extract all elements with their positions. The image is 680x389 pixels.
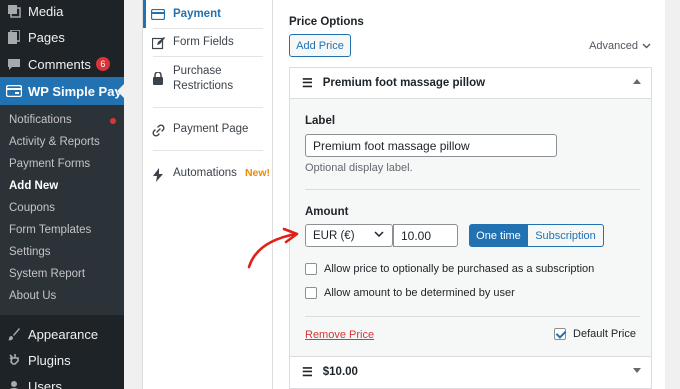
submenu-settings[interactable]: Settings: [9, 246, 51, 258]
menu-label: Users: [28, 378, 62, 389]
price-card-header[interactable]: ☰ $10.00: [290, 357, 651, 387]
one-time-toggle[interactable]: One time: [469, 224, 528, 247]
menu-label: WP Simple Pay: [28, 83, 122, 99]
submenu-form-templates[interactable]: Form Templates: [9, 224, 91, 236]
allow-subscription-checkbox[interactable]: [305, 263, 317, 275]
subscription-toggle[interactable]: Subscription: [528, 224, 604, 247]
tab-divider: [153, 56, 263, 57]
section-title: Price Options: [289, 16, 364, 28]
form-settings-tabs: Payment Form Fields Purchase Restriction…: [142, 0, 273, 389]
tab-label-line-1: Purchase: [173, 65, 222, 77]
option-label: Allow price to optionally be purchased a…: [324, 263, 595, 275]
default-price-option[interactable]: Default Price: [554, 328, 636, 340]
menu-label: Appearance: [28, 326, 99, 342]
submenu-activity-reports[interactable]: Activity & Reports: [9, 136, 100, 148]
submenu-system-report[interactable]: System Report: [9, 268, 85, 280]
media-icon: [0, 4, 28, 18]
credit-card-icon: [143, 9, 173, 20]
paintbrush-icon: [0, 327, 28, 341]
menu-label: Pages: [28, 29, 65, 45]
link-icon: [143, 124, 173, 137]
price-card-header[interactable]: ☰ Premium foot massage pillow: [290, 68, 651, 98]
menu-item-plugins[interactable]: Plugins: [0, 347, 124, 373]
tab-payment-page[interactable]: Payment Page: [143, 123, 273, 137]
default-price-checkbox[interactable]: [554, 328, 567, 340]
submenu-notifications[interactable]: Notifications: [9, 114, 72, 126]
menu-label: Plugins: [28, 352, 71, 368]
menu-label: Comments: [28, 56, 91, 72]
tab-label: Form Fields: [173, 36, 234, 48]
menu-item-pages[interactable]: Pages: [0, 24, 124, 50]
collapse-caret-icon[interactable]: [633, 79, 641, 84]
custom-amount-option[interactable]: Allow amount to be determined by user: [305, 287, 515, 299]
amount-input[interactable]: 10.00: [393, 224, 458, 247]
admin-sidebar: Media Pages Comments 6 WP Simple Pay Not…: [0, 0, 124, 389]
tab-label: Payment: [173, 8, 221, 20]
tab-label: Automations: [173, 167, 237, 179]
lightning-icon: [143, 168, 173, 182]
new-badge: New!: [244, 167, 271, 179]
remove-price-link[interactable]: Remove Price: [305, 329, 374, 341]
currency-value: EUR (€): [313, 229, 355, 242]
menu-item-comments[interactable]: Comments 6: [0, 51, 124, 77]
current-menu-arrow: [117, 84, 124, 98]
label-help-text: Optional display label.: [305, 162, 413, 174]
users-icon: [0, 379, 28, 389]
card-divider: [305, 189, 640, 190]
submenu-add-new[interactable]: Add New: [9, 180, 58, 192]
card-divider: [305, 316, 640, 317]
drag-handle-icon[interactable]: ☰: [302, 76, 313, 90]
submenu-coupons[interactable]: Coupons: [9, 202, 55, 214]
price-card-expanded: ☰ Premium foot massage pillow Label Prem…: [289, 67, 652, 356]
chevron-down-icon: [374, 231, 384, 238]
currency-select[interactable]: EUR (€): [305, 224, 393, 247]
label-heading: Label: [305, 115, 336, 127]
add-price-button[interactable]: Add Price: [289, 34, 351, 57]
price-options-panel: Price Options Add Price Advanced ☰ Premi…: [273, 0, 665, 389]
custom-amount-checkbox[interactable]: [305, 287, 317, 299]
notification-dot: [110, 118, 116, 124]
pages-icon: [0, 30, 28, 44]
submenu-payment-forms[interactable]: Payment Forms: [9, 158, 90, 170]
price-card-title: Premium foot massage pillow: [322, 77, 486, 89]
tab-label: Payment Page: [173, 123, 249, 135]
chevron-down-icon: [642, 43, 651, 49]
price-label-input[interactable]: Premium foot massage pillow: [305, 134, 557, 157]
tab-divider: [153, 150, 263, 151]
annotation-arrow-icon: [247, 227, 299, 269]
tab-label-line-2: Restrictions: [173, 80, 234, 92]
price-card-collapsed: ☰ $10.00: [289, 356, 652, 389]
menu-item-wp-simple-pay[interactable]: WP Simple Pay: [0, 77, 124, 105]
expand-caret-icon[interactable]: [633, 368, 641, 373]
menu-item-appearance[interactable]: Appearance: [0, 321, 124, 347]
menu-label: Media: [28, 3, 64, 19]
amount-heading: Amount: [305, 206, 349, 218]
option-label: Allow amount to be determined by user: [324, 287, 515, 299]
tab-automations[interactable]: Automations New!: [143, 167, 273, 182]
allow-subscription-option[interactable]: Allow price to optionally be purchased a…: [305, 263, 594, 275]
tab-divider: [153, 28, 263, 29]
submenu-about-us[interactable]: About Us: [9, 290, 56, 302]
comments-icon: [0, 57, 28, 71]
advanced-toggle[interactable]: Advanced: [589, 40, 651, 52]
comment-count-badge: 6: [95, 57, 110, 71]
tab-divider: [153, 107, 263, 108]
menu-item-media[interactable]: Media: [0, 0, 124, 24]
plugin-icon: [0, 353, 28, 367]
price-card-body: Label Premium foot massage pillow Option…: [290, 98, 651, 356]
menu-item-users[interactable]: Users: [0, 373, 124, 389]
price-card-title: $10.00: [322, 366, 358, 378]
page-gutter: [124, 0, 142, 389]
wpsp-card-icon: [0, 85, 28, 97]
advanced-label: Advanced: [589, 40, 638, 52]
drag-handle-icon[interactable]: ☰: [302, 365, 313, 379]
page-gutter: [665, 0, 680, 389]
lock-icon: [143, 72, 173, 85]
tab-form-fields[interactable]: Form Fields: [143, 36, 273, 50]
option-label: Default Price: [573, 328, 636, 340]
tab-purchase-restrictions[interactable]: Purchase Restrictions: [143, 64, 273, 94]
edit-icon: [143, 37, 173, 50]
tab-payment[interactable]: Payment: [143, 8, 273, 20]
